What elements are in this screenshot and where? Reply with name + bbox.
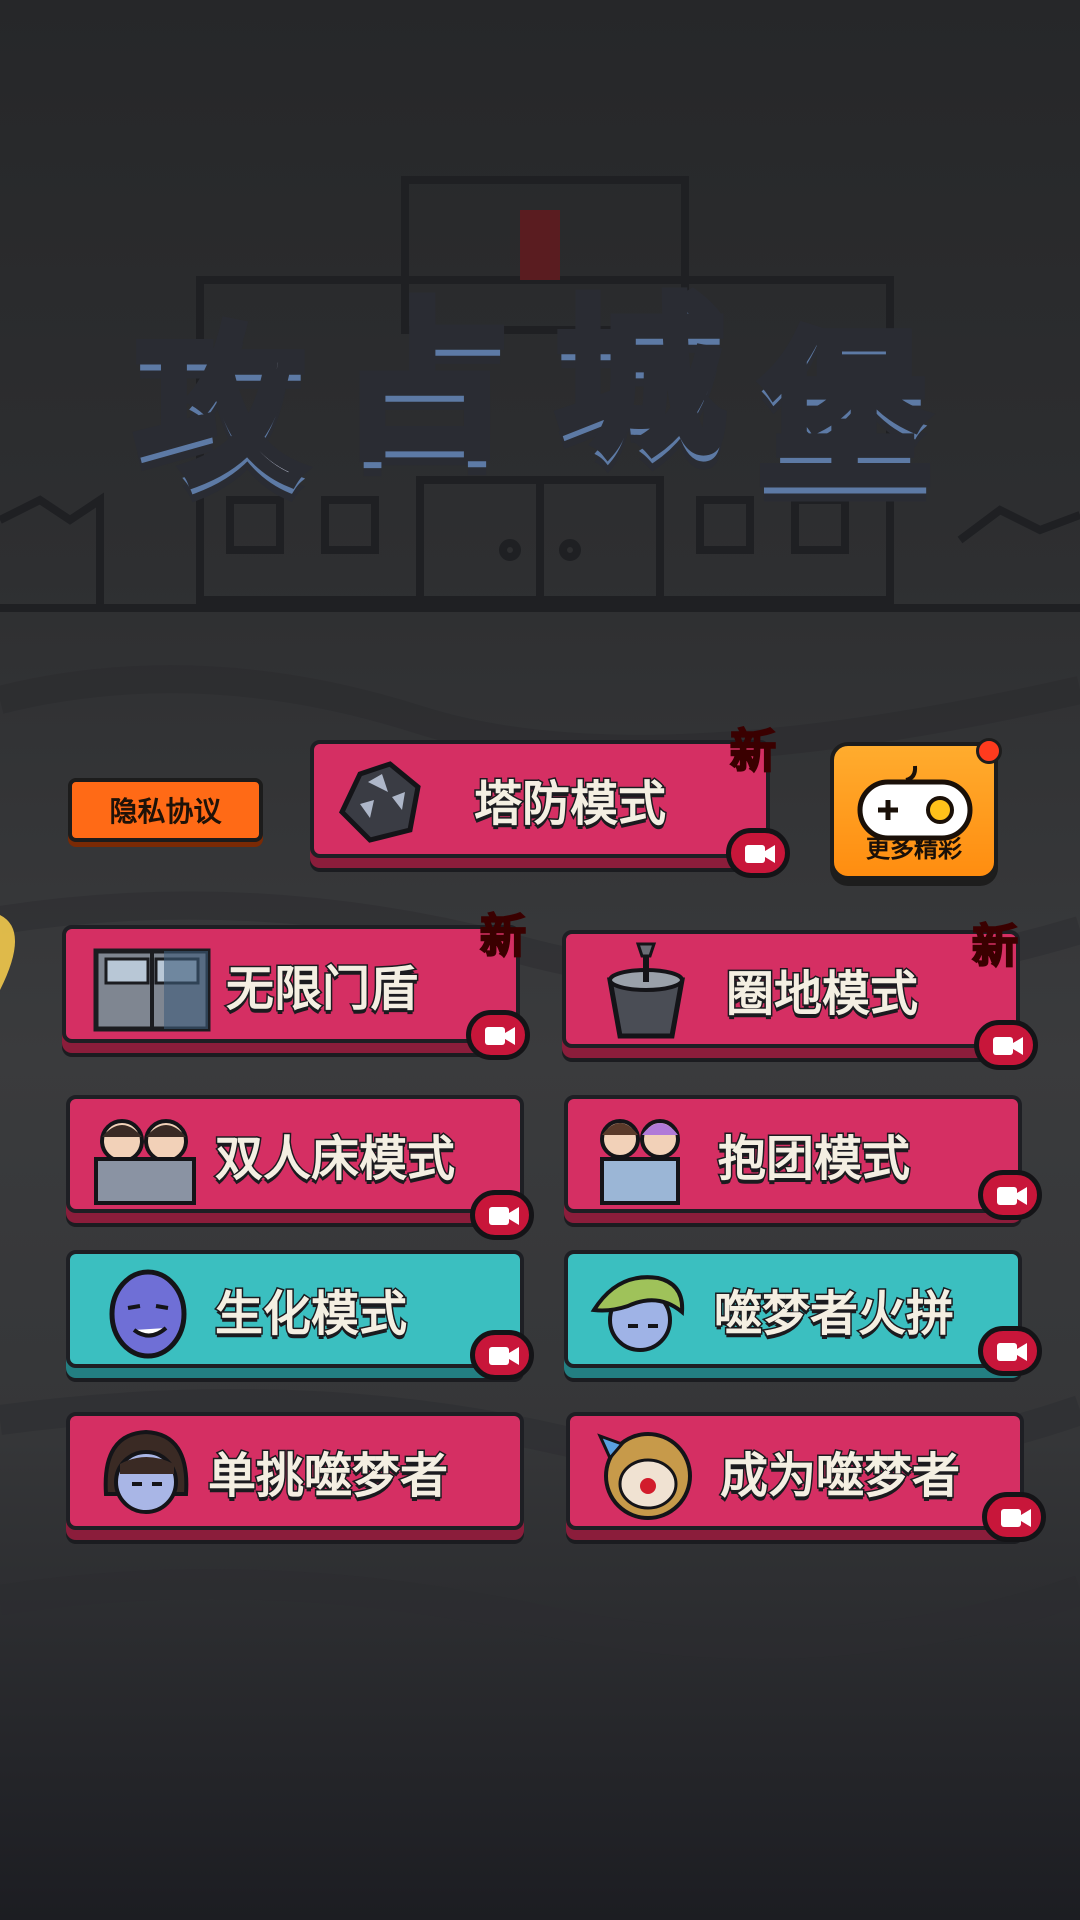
mode-dream-eater-fight-button[interactable]: 噬梦者火拼 bbox=[564, 1250, 1022, 1368]
video-ad-icon[interactable] bbox=[466, 1010, 530, 1060]
mode-label: 抱团模式 bbox=[716, 1130, 911, 1189]
new-tag: 新 bbox=[479, 908, 527, 964]
new-tag: 新 bbox=[729, 723, 777, 779]
metal-door-icon bbox=[93, 948, 211, 1032]
mode-infinite-door-shield-button[interactable]: 无限门盾 bbox=[62, 925, 520, 1043]
video-ad-icon[interactable] bbox=[978, 1326, 1042, 1376]
mode-label: 塔防模式 bbox=[472, 775, 667, 834]
video-ad-icon[interactable] bbox=[974, 1020, 1038, 1070]
more-games-button[interactable]: 更多精彩 bbox=[830, 738, 1002, 880]
mode-label: 双人床模式 bbox=[213, 1130, 456, 1189]
bucket-shovel-icon bbox=[607, 942, 685, 1039]
video-ad-icon[interactable] bbox=[470, 1190, 534, 1240]
title-char-1: 攻 bbox=[131, 306, 309, 512]
mode-label: 圈地模式 bbox=[724, 965, 919, 1024]
clown-face-icon bbox=[597, 1432, 692, 1520]
new-tag: 新 bbox=[971, 918, 1019, 974]
privacy-label: 隐私协议 bbox=[109, 795, 222, 828]
title-char-2: 占 bbox=[336, 281, 514, 487]
couple-bed-icon bbox=[94, 1119, 196, 1205]
game-title: 攻 占 城 堡 bbox=[0, 200, 1080, 540]
dark-hair-face-icon bbox=[103, 1429, 189, 1514]
mode-biochemical-button[interactable]: 生化模式 bbox=[66, 1250, 524, 1368]
mode-double-bed-button[interactable]: 双人床模式 bbox=[66, 1095, 524, 1213]
video-ad-icon[interactable] bbox=[470, 1330, 534, 1380]
mode-become-dream-eater-button[interactable]: 成为噬梦者 bbox=[566, 1412, 1024, 1530]
ore-rock-icon bbox=[338, 761, 421, 843]
green-hair-face-icon bbox=[590, 1275, 685, 1352]
mode-label: 单挑噬梦者 bbox=[206, 1447, 449, 1506]
mode-label: 噬梦者火拼 bbox=[712, 1285, 955, 1344]
video-ad-icon[interactable] bbox=[982, 1492, 1046, 1542]
privacy-agreement-button[interactable]: 隐私协议 bbox=[68, 778, 263, 842]
mode-label: 成为噬梦者 bbox=[718, 1447, 961, 1506]
mode-solo-dream-eater-button[interactable]: 单挑噬梦者 bbox=[66, 1412, 524, 1530]
more-games-label: 更多精彩 bbox=[866, 835, 962, 863]
notification-dot bbox=[976, 738, 1002, 764]
title-char-3: 城 bbox=[551, 276, 729, 482]
hug-pair-icon bbox=[600, 1119, 680, 1205]
video-ad-icon[interactable] bbox=[726, 828, 790, 878]
video-ad-icon[interactable] bbox=[978, 1170, 1042, 1220]
mode-label: 无限门盾 bbox=[224, 960, 419, 1019]
title-char-4: 堡 bbox=[756, 311, 934, 517]
zombie-face-icon bbox=[109, 1269, 187, 1359]
mode-label: 生化模式 bbox=[213, 1285, 408, 1344]
mode-team-up-button[interactable]: 抱团模式 bbox=[564, 1095, 1022, 1213]
mode-enclosure-button[interactable]: 圈地模式 bbox=[562, 930, 1020, 1048]
mode-tower-defense-button[interactable]: 塔防模式 bbox=[310, 740, 770, 858]
